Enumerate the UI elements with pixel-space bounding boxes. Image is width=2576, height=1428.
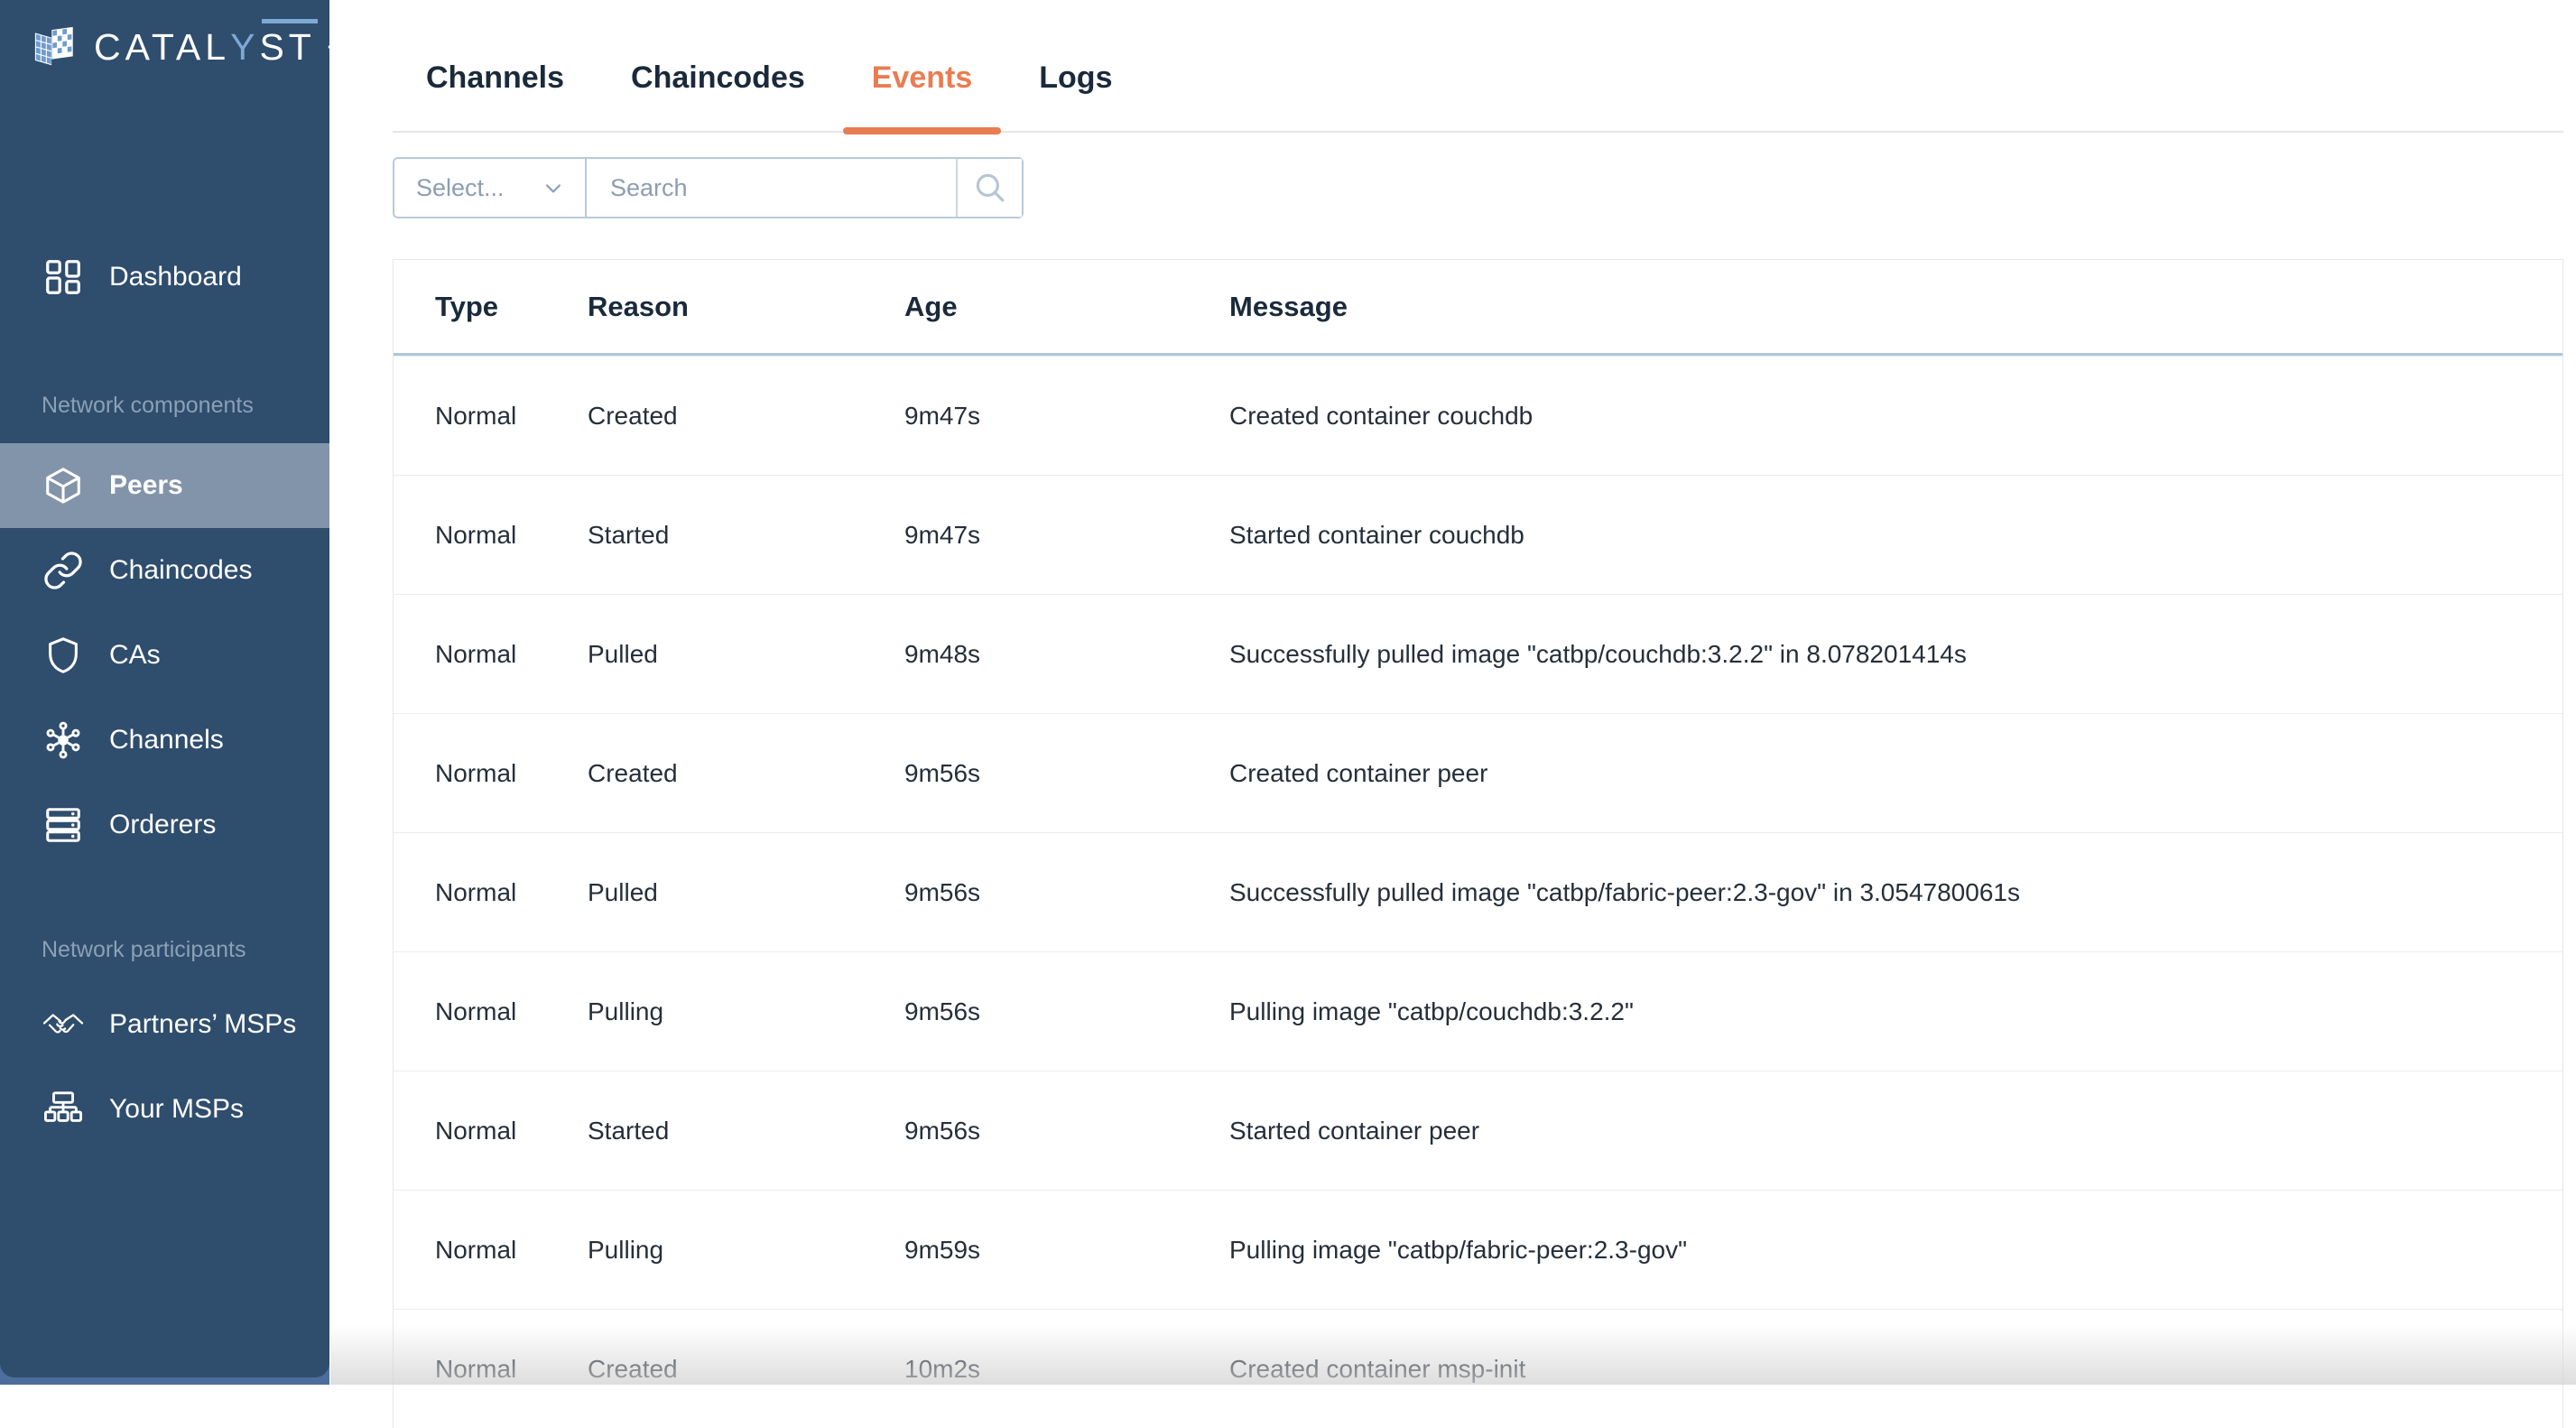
cell-age: 9m47s <box>904 520 981 549</box>
sidebar-item-chaincodes[interactable]: Chaincodes <box>0 528 329 613</box>
cell-age: 9m59s <box>904 1235 981 1264</box>
content-tabs: Channels Chaincodes Events Logs <box>393 0 2563 134</box>
cell-reason: Pulling <box>588 997 664 1025</box>
catalyst-cube-logo-icon <box>32 23 79 70</box>
sidebar-item-label: Peers <box>109 470 183 500</box>
table-row: Normal Created 9m47s Created container c… <box>394 356 2562 475</box>
cell-type: Normal <box>435 1116 517 1145</box>
sidebar-item-label: Dashboard <box>109 262 242 292</box>
cell-message: Created container msp-init <box>1229 1354 1526 1383</box>
cell-age: 9m48s <box>904 639 981 668</box>
cell-type: Normal <box>435 877 517 906</box>
column-header-age: Age <box>904 290 958 322</box>
search-input[interactable] <box>587 159 956 217</box>
cell-reason: Pulling <box>588 1235 664 1264</box>
cell-type: Normal <box>435 639 517 668</box>
cell-age: 9m56s <box>904 997 981 1025</box>
cube-icon <box>42 464 85 507</box>
cell-reason: Created <box>588 401 678 430</box>
chevron-left-icon <box>316 26 329 68</box>
cell-age: 10m2s <box>904 1354 981 1383</box>
cell-reason: Pulled <box>588 639 658 668</box>
sidebar-section-network-components: Network components <box>42 393 254 418</box>
cell-type: Normal <box>435 1235 517 1264</box>
sidebar-section-network-participants: Network participants <box>42 937 246 962</box>
org-chart-icon <box>42 1088 85 1131</box>
search-button[interactable] <box>956 159 1022 217</box>
cell-type: Normal <box>435 758 517 787</box>
sidebar-item-partners-msps[interactable]: Partners’ MSPs <box>0 982 329 1067</box>
cell-message: Created container peer <box>1229 758 1488 787</box>
sidebar-item-dashboard[interactable]: Dashboard <box>0 237 329 317</box>
column-header-type: Type <box>435 290 499 322</box>
table-row: Normal Pulled 9m56s Successfully pulled … <box>394 832 2562 951</box>
chevron-down-icon <box>540 174 567 201</box>
handshake-icon <box>42 1003 85 1046</box>
table-row: Normal Pulled 9m48s Successfully pulled … <box>394 594 2562 713</box>
sidebar-item-label: Chaincodes <box>109 555 253 585</box>
cell-message: Started container couchdb <box>1229 520 1524 549</box>
server-stack-icon <box>42 803 85 847</box>
sidebar-item-cas[interactable]: CAs <box>0 613 329 698</box>
cell-age: 9m56s <box>904 877 981 906</box>
cell-message: Successfully pulled image "catbp/fabric-… <box>1229 877 2020 906</box>
cell-message: Created container couchdb <box>1229 401 1534 430</box>
tab-channels[interactable]: Channels <box>393 25 598 131</box>
column-header-reason: Reason <box>588 290 689 322</box>
search-icon <box>971 169 1009 207</box>
network-hub-icon <box>42 719 85 762</box>
cell-type: Normal <box>435 401 517 430</box>
tab-chaincodes[interactable]: Chaincodes <box>598 25 839 131</box>
dashboard-icon <box>42 255 85 299</box>
type-filter-select[interactable]: Select... <box>393 157 587 218</box>
tab-events[interactable]: Events <box>839 25 1006 134</box>
table-header-row: Type Reason Age Message <box>394 260 2562 356</box>
sidebar-item-orderers[interactable]: Orderers <box>0 783 329 867</box>
cell-age: 9m56s <box>904 758 981 787</box>
cell-type: Normal <box>435 997 517 1025</box>
sidebar-item-label: CAs <box>109 640 161 670</box>
sidebar: CATALYST Dashboard Network components <box>0 0 329 1385</box>
sidebar-item-label: Partners’ MSPs <box>109 1009 297 1039</box>
table-row: Normal Pulling 9m59s Pulling image "catb… <box>394 1190 2562 1309</box>
table-row: Normal Created 10m2s Created container m… <box>394 1309 2562 1428</box>
cell-age: 9m47s <box>904 401 981 430</box>
cell-message: Successfully pulled image "catbp/couchdb… <box>1229 639 1967 668</box>
filter-bar: Select... <box>393 157 1024 218</box>
shield-icon <box>42 634 85 677</box>
app-title: CATAL Y ST <box>94 18 319 68</box>
chain-link-icon <box>42 549 85 592</box>
sidebar-collapse-button[interactable] <box>316 24 329 70</box>
cell-type: Normal <box>435 1354 517 1383</box>
cell-reason: Pulled <box>588 877 658 906</box>
cell-age: 9m56s <box>904 1116 981 1145</box>
cell-message: Pulling image "catbp/couchdb:3.2.2" <box>1229 997 1634 1025</box>
sidebar-item-your-msps[interactable]: Your MSPs <box>0 1067 329 1152</box>
app-logo[interactable]: CATAL Y ST <box>32 18 329 76</box>
table-row: Normal Started 9m47s Started container c… <box>394 475 2562 594</box>
select-placeholder: Select... <box>416 173 505 201</box>
cell-reason: Created <box>588 1354 678 1383</box>
sidebar-item-peers[interactable]: Peers <box>0 443 329 528</box>
sidebar-item-channels[interactable]: Channels <box>0 698 329 783</box>
cell-reason: Created <box>588 758 678 787</box>
column-header-message: Message <box>1229 290 1348 322</box>
cell-message: Started container peer <box>1229 1116 1480 1145</box>
sidebar-item-label: Orderers <box>109 810 217 839</box>
sidebar-item-label: Your MSPs <box>109 1094 244 1124</box>
tab-logs[interactable]: Logs <box>1005 25 1145 131</box>
cell-message: Pulling image "catbp/fabric-peer:2.3-gov… <box>1229 1235 1688 1264</box>
table-row: Normal Started 9m56s Started container p… <box>394 1071 2562 1190</box>
table-row: Normal Pulling 9m56s Pulling image "catb… <box>394 951 2562 1071</box>
search-field-group <box>585 157 1024 218</box>
sidebar-panel: CATALYST Dashboard Network components <box>0 0 329 1377</box>
events-table: Type Reason Age Message Normal Created 9… <box>393 259 2563 1428</box>
table-row: Normal Created 9m56s Created container p… <box>394 713 2562 832</box>
cell-type: Normal <box>435 520 517 549</box>
cell-reason: Started <box>588 1116 670 1145</box>
sidebar-item-label: Channels <box>109 725 224 755</box>
cell-reason: Started <box>588 520 670 549</box>
